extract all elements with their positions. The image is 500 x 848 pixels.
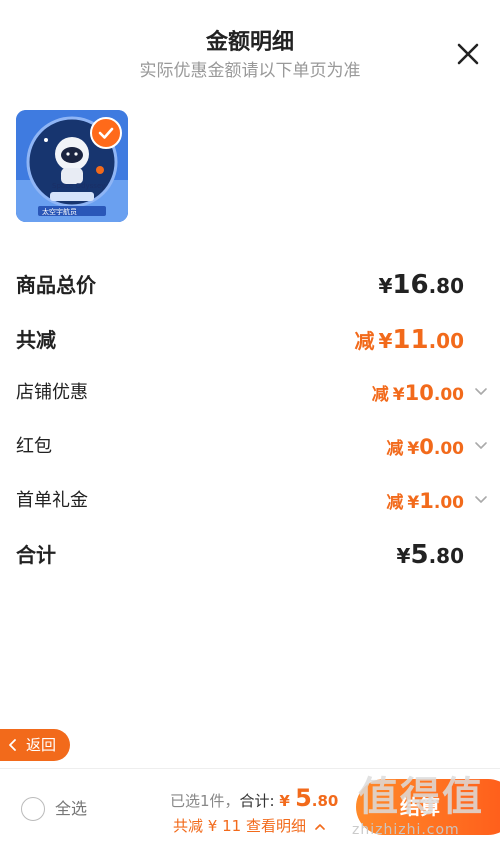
- footer-detail-link: 查看明细: [245, 817, 306, 835]
- row-store-discount[interactable]: 店铺优惠 减 ¥10.00: [16, 375, 487, 411]
- checkmark-icon: [98, 127, 114, 139]
- row-total-discount: 共减 减 ¥11.00: [16, 322, 484, 358]
- chevron-down-icon[interactable]: [474, 493, 488, 507]
- chevron-left-icon: [9, 739, 16, 751]
- close-icon[interactable]: [450, 36, 486, 72]
- back-label: 返回: [26, 736, 57, 754]
- row-red-packet[interactable]: 红包 减 ¥0.00: [16, 429, 487, 465]
- row-total-price: 商品总价 ¥16.80: [16, 267, 484, 303]
- footer-reduced-text: 共减 ¥ 11: [173, 817, 242, 835]
- product-caption: 太空宇航员: [42, 208, 77, 216]
- watermark-logo-text: 值得值: [358, 774, 484, 820]
- view-details-link[interactable]: 共减 ¥ 11 查看明细: [173, 814, 325, 838]
- page-subtitle: 实际优惠金额请以下单页为准: [139, 61, 361, 81]
- selected-count: 已选1件，: [170, 792, 240, 810]
- store-discount-value: 减 ¥10.00: [371, 381, 464, 405]
- total-discount-value: 减 ¥11.00: [354, 325, 464, 355]
- product-selected-checkbox[interactable]: [90, 117, 122, 149]
- store-discount-label: 店铺优惠: [16, 382, 88, 403]
- select-all-label[interactable]: 全选: [55, 797, 87, 821]
- row-sum: 合计 ¥5.80: [16, 537, 484, 573]
- sum-label: 合计: [16, 543, 56, 567]
- chevron-up-icon: [314, 823, 325, 830]
- total-price-value: ¥16.80: [378, 270, 464, 300]
- chevron-down-icon[interactable]: [474, 385, 488, 399]
- red-packet-value: 减 ¥0.00: [386, 435, 464, 459]
- footer-total-label: 合计:: [239, 792, 275, 810]
- red-packet-label: 红包: [16, 436, 52, 457]
- first-order-gift-value: 减 ¥1.00: [386, 489, 464, 513]
- first-order-gift-label: 首单礼金: [16, 490, 88, 511]
- back-button[interactable]: 返回: [0, 729, 70, 761]
- chevron-down-icon[interactable]: [474, 439, 488, 453]
- header: 金额明细 实际优惠金额请以下单页为准: [0, 0, 500, 90]
- product-badge-text: Space Odyssey: [52, 182, 106, 190]
- watermark-url: zhizhizhi.com: [352, 822, 460, 838]
- row-first-order-gift[interactable]: 首单礼金 减 ¥1.00: [16, 483, 487, 519]
- footer-total-amount: ¥ 5.80: [279, 784, 339, 812]
- watermark: 值得值 zhizhizhi.com: [352, 758, 500, 847]
- total-price-label: 商品总价: [16, 273, 96, 297]
- selection-summary: 已选1件，合计: ¥ 5.80: [170, 786, 338, 813]
- total-discount-label: 共减: [16, 328, 56, 352]
- page-title: 金额明细: [205, 30, 294, 55]
- sum-value: ¥5.80: [396, 540, 464, 570]
- select-all-radio[interactable]: [21, 797, 45, 821]
